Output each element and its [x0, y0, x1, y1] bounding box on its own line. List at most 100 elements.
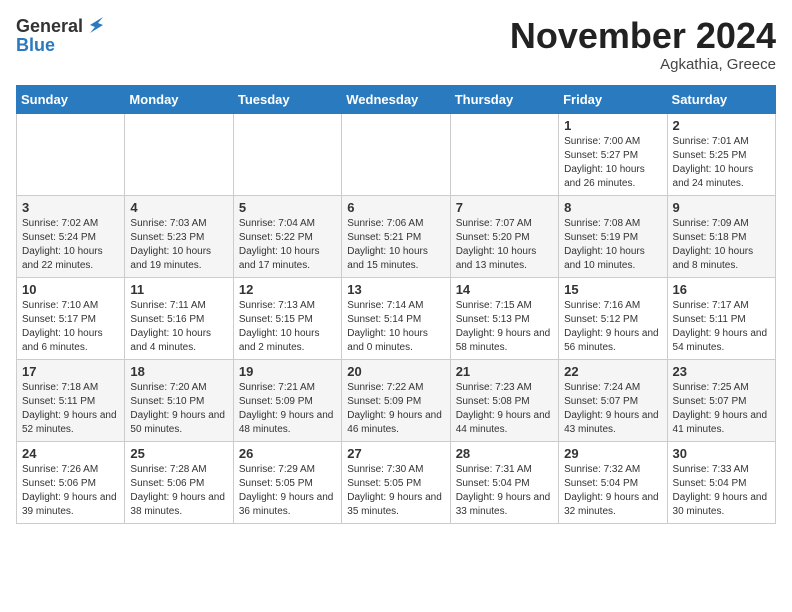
calendar-cell-w2-d5: 7 Sunrise: 7:07 AM Sunset: 5:20 PM Daylig… — [450, 195, 558, 277]
calendar-cell-w2-d4: 6Sunrise: 7:06 AM Sunset: 5:21 PM Daylig… — [342, 195, 450, 277]
day-number: 16 — [673, 282, 770, 297]
day-info: Sunrise: 7:11 AM Sunset: 5:16 PM Dayligh… — [130, 299, 227, 355]
day-info: Sunrise: 7:33 AM Sunset: 5:04 PM Dayligh… — [673, 463, 770, 519]
day-number: 22 — [564, 364, 661, 379]
calendar-cell-w4-d7: 23 Sunrise: 7:25 AM Sunset: 5:07 PM Dayli… — [667, 359, 775, 441]
logo-icon — [85, 15, 107, 37]
col-sunday: Sunday — [17, 85, 125, 113]
calendar-cell-w3-d6: 15 Sunrise: 7:16 AM Sunset: 5:12 PM Dayli… — [559, 277, 667, 359]
page: General Blue November 2024 Agkathia, Gre… — [0, 0, 792, 540]
day-number: 25 — [130, 446, 227, 461]
col-friday: Friday — [559, 85, 667, 113]
calendar-header-row: Sunday Monday Tuesday Wednesday Thursday… — [17, 85, 776, 113]
day-info: Sunrise: 7:13 AM Sunset: 5:15 PM Dayligh… — [239, 299, 336, 355]
day-info: Sunrise: 7:28 AM Sunset: 5:06 PM Dayligh… — [130, 463, 227, 519]
day-info: Sunrise: 7:22 AM Sunset: 5:09 PM Dayligh… — [347, 381, 444, 437]
calendar-cell-w4-d3: 19Sunrise: 7:21 AM Sunset: 5:09 PM Dayli… — [233, 359, 341, 441]
col-wednesday: Wednesday — [342, 85, 450, 113]
day-number: 26 — [239, 446, 336, 461]
col-saturday: Saturday — [667, 85, 775, 113]
calendar-cell-w3-d5: 14 Sunrise: 7:15 AM Sunset: 5:13 PM Dayli… — [450, 277, 558, 359]
day-number: 5 — [239, 200, 336, 215]
calendar-cell-w1-d5 — [450, 113, 558, 195]
calendar-cell-w3-d1: 10Sunrise: 7:10 AM Sunset: 5:17 PM Dayli… — [17, 277, 125, 359]
logo: General Blue — [16, 16, 107, 56]
day-info: Sunrise: 7:17 AM Sunset: 5:11 PM Dayligh… — [673, 299, 770, 355]
day-info: Sunrise: 7:14 AM Sunset: 5:14 PM Dayligh… — [347, 299, 444, 355]
calendar-cell-w3-d7: 16 Sunrise: 7:17 AM Sunset: 5:11 PM Dayli… — [667, 277, 775, 359]
calendar-cell-w1-d2 — [125, 113, 233, 195]
day-number: 11 — [130, 282, 227, 297]
day-number: 20 — [347, 364, 444, 379]
col-monday: Monday — [125, 85, 233, 113]
day-info: Sunrise: 7:01 AM Sunset: 5:25 PM Dayligh… — [673, 135, 770, 191]
calendar-cell-w1-d3 — [233, 113, 341, 195]
calendar-cell-w1-d4 — [342, 113, 450, 195]
week-row-2: 3 Sunrise: 7:02 AM Sunset: 5:24 PM Daylig… — [17, 195, 776, 277]
day-number: 19 — [239, 364, 336, 379]
day-number: 15 — [564, 282, 661, 297]
calendar-cell-w2-d1: 3 Sunrise: 7:02 AM Sunset: 5:24 PM Daylig… — [17, 195, 125, 277]
day-info: Sunrise: 7:30 AM Sunset: 5:05 PM Dayligh… — [347, 463, 444, 519]
day-number: 27 — [347, 446, 444, 461]
day-number: 24 — [22, 446, 119, 461]
month-title: November 2024 — [510, 16, 776, 56]
day-info: Sunrise: 7:16 AM Sunset: 5:12 PM Dayligh… — [564, 299, 661, 355]
calendar-cell-w4-d2: 18 Sunrise: 7:20 AM Sunset: 5:10 PM Dayli… — [125, 359, 233, 441]
calendar-cell-w3-d4: 13Sunrise: 7:14 AM Sunset: 5:14 PM Dayli… — [342, 277, 450, 359]
calendar-cell-w1-d1 — [17, 113, 125, 195]
week-row-5: 24 Sunrise: 7:26 AM Sunset: 5:06 PM Dayli… — [17, 441, 776, 523]
calendar-cell-w4-d6: 22Sunrise: 7:24 AM Sunset: 5:07 PM Dayli… — [559, 359, 667, 441]
calendar-cell-w4-d5: 21Sunrise: 7:23 AM Sunset: 5:08 PM Dayli… — [450, 359, 558, 441]
calendar-cell-w3-d2: 11 Sunrise: 7:11 AM Sunset: 5:16 PM Dayli… — [125, 277, 233, 359]
day-number: 28 — [456, 446, 553, 461]
day-number: 17 — [22, 364, 119, 379]
day-number: 8 — [564, 200, 661, 215]
day-number: 10 — [22, 282, 119, 297]
day-info: Sunrise: 7:02 AM Sunset: 5:24 PM Dayligh… — [22, 217, 119, 273]
week-row-4: 17Sunrise: 7:18 AM Sunset: 5:11 PM Dayli… — [17, 359, 776, 441]
day-info: Sunrise: 7:09 AM Sunset: 5:18 PM Dayligh… — [673, 217, 770, 273]
day-info: Sunrise: 7:31 AM Sunset: 5:04 PM Dayligh… — [456, 463, 553, 519]
day-info: Sunrise: 7:00 AM Sunset: 5:27 PM Dayligh… — [564, 135, 661, 191]
day-info: Sunrise: 7:03 AM Sunset: 5:23 PM Dayligh… — [130, 217, 227, 273]
day-number: 18 — [130, 364, 227, 379]
calendar-cell-w2-d3: 5 Sunrise: 7:04 AM Sunset: 5:22 PM Daylig… — [233, 195, 341, 277]
title-block: November 2024 Agkathia, Greece — [510, 16, 776, 73]
day-number: 4 — [130, 200, 227, 215]
logo-general-text: General — [16, 16, 83, 37]
day-info: Sunrise: 7:07 AM Sunset: 5:20 PM Dayligh… — [456, 217, 553, 273]
calendar-cell-w5-d4: 27 Sunrise: 7:30 AM Sunset: 5:05 PM Dayli… — [342, 441, 450, 523]
day-number: 1 — [564, 118, 661, 133]
day-info: Sunrise: 7:26 AM Sunset: 5:06 PM Dayligh… — [22, 463, 119, 519]
calendar-cell-w1-d6: 1 Sunrise: 7:00 AM Sunset: 5:27 PM Daylig… — [559, 113, 667, 195]
week-row-3: 10Sunrise: 7:10 AM Sunset: 5:17 PM Dayli… — [17, 277, 776, 359]
calendar-cell-w2-d2: 4 Sunrise: 7:03 AM Sunset: 5:23 PM Daylig… — [125, 195, 233, 277]
calendar-cell-w1-d7: 2Sunrise: 7:01 AM Sunset: 5:25 PM Daylig… — [667, 113, 775, 195]
day-info: Sunrise: 7:15 AM Sunset: 5:13 PM Dayligh… — [456, 299, 553, 355]
day-info: Sunrise: 7:25 AM Sunset: 5:07 PM Dayligh… — [673, 381, 770, 437]
day-number: 3 — [22, 200, 119, 215]
calendar-cell-w5-d2: 25 Sunrise: 7:28 AM Sunset: 5:06 PM Dayli… — [125, 441, 233, 523]
day-info: Sunrise: 7:23 AM Sunset: 5:08 PM Dayligh… — [456, 381, 553, 437]
col-thursday: Thursday — [450, 85, 558, 113]
day-info: Sunrise: 7:20 AM Sunset: 5:10 PM Dayligh… — [130, 381, 227, 437]
day-number: 23 — [673, 364, 770, 379]
day-number: 12 — [239, 282, 336, 297]
calendar-cell-w4-d1: 17Sunrise: 7:18 AM Sunset: 5:11 PM Dayli… — [17, 359, 125, 441]
day-info: Sunrise: 7:06 AM Sunset: 5:21 PM Dayligh… — [347, 217, 444, 273]
calendar-cell-w4-d4: 20 Sunrise: 7:22 AM Sunset: 5:09 PM Dayli… — [342, 359, 450, 441]
calendar-cell-w5-d3: 26Sunrise: 7:29 AM Sunset: 5:05 PM Dayli… — [233, 441, 341, 523]
week-row-1: 1 Sunrise: 7:00 AM Sunset: 5:27 PM Daylig… — [17, 113, 776, 195]
col-tuesday: Tuesday — [233, 85, 341, 113]
day-number: 30 — [673, 446, 770, 461]
day-info: Sunrise: 7:04 AM Sunset: 5:22 PM Dayligh… — [239, 217, 336, 273]
calendar-cell-w2-d6: 8 Sunrise: 7:08 AM Sunset: 5:19 PM Daylig… — [559, 195, 667, 277]
logo-blue-text: Blue — [16, 35, 107, 56]
day-number: 14 — [456, 282, 553, 297]
header: General Blue November 2024 Agkathia, Gre… — [16, 16, 776, 73]
calendar-cell-w5-d6: 29Sunrise: 7:32 AM Sunset: 5:04 PM Dayli… — [559, 441, 667, 523]
day-info: Sunrise: 7:08 AM Sunset: 5:19 PM Dayligh… — [564, 217, 661, 273]
calendar: Sunday Monday Tuesday Wednesday Thursday… — [16, 85, 776, 524]
day-number: 7 — [456, 200, 553, 215]
